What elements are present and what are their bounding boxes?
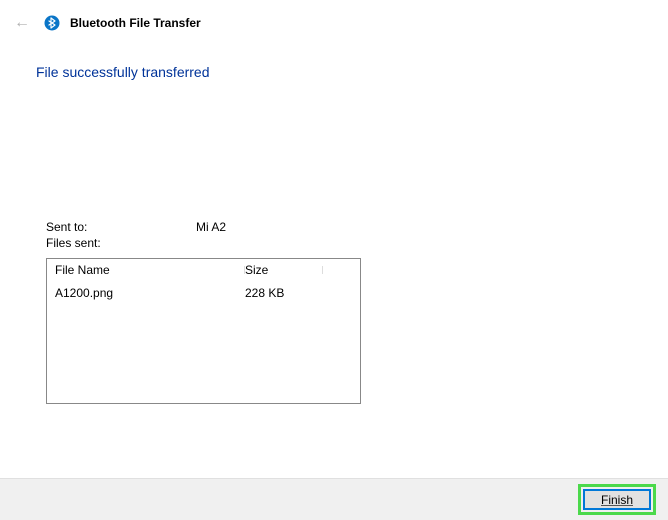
window-title: Bluetooth File Transfer xyxy=(70,16,201,30)
content-area: File successfully transferred Sent to: M… xyxy=(0,64,668,404)
sent-to-value: Mi A2 xyxy=(196,220,632,234)
column-header-name[interactable]: File Name xyxy=(47,263,245,277)
finish-highlight: Finish xyxy=(578,484,656,515)
file-size-cell: 228 KB xyxy=(245,286,323,300)
title-bar: ← Bluetooth File Transfer xyxy=(0,0,668,46)
files-sent-label: Files sent: xyxy=(46,236,196,250)
file-table: File Name Size A1200.png 228 KB xyxy=(46,258,361,404)
column-header-size[interactable]: Size xyxy=(245,263,323,277)
back-arrow-icon[interactable]: ← xyxy=(10,12,34,34)
table-row[interactable]: A1200.png 228 KB xyxy=(47,283,360,303)
sent-to-row: Sent to: Mi A2 xyxy=(46,220,632,234)
finish-button[interactable]: Finish xyxy=(583,489,651,510)
table-body: A1200.png 228 KB xyxy=(47,281,360,305)
sent-to-label: Sent to: xyxy=(46,220,196,234)
bluetooth-icon xyxy=(44,15,60,31)
status-heading: File successfully transferred xyxy=(36,64,632,80)
file-name-cell: A1200.png xyxy=(47,286,245,300)
transfer-info: Sent to: Mi A2 Files sent: xyxy=(46,220,632,250)
table-header: File Name Size xyxy=(47,259,360,281)
files-sent-row: Files sent: xyxy=(46,236,632,250)
footer-bar: Finish xyxy=(0,478,668,520)
